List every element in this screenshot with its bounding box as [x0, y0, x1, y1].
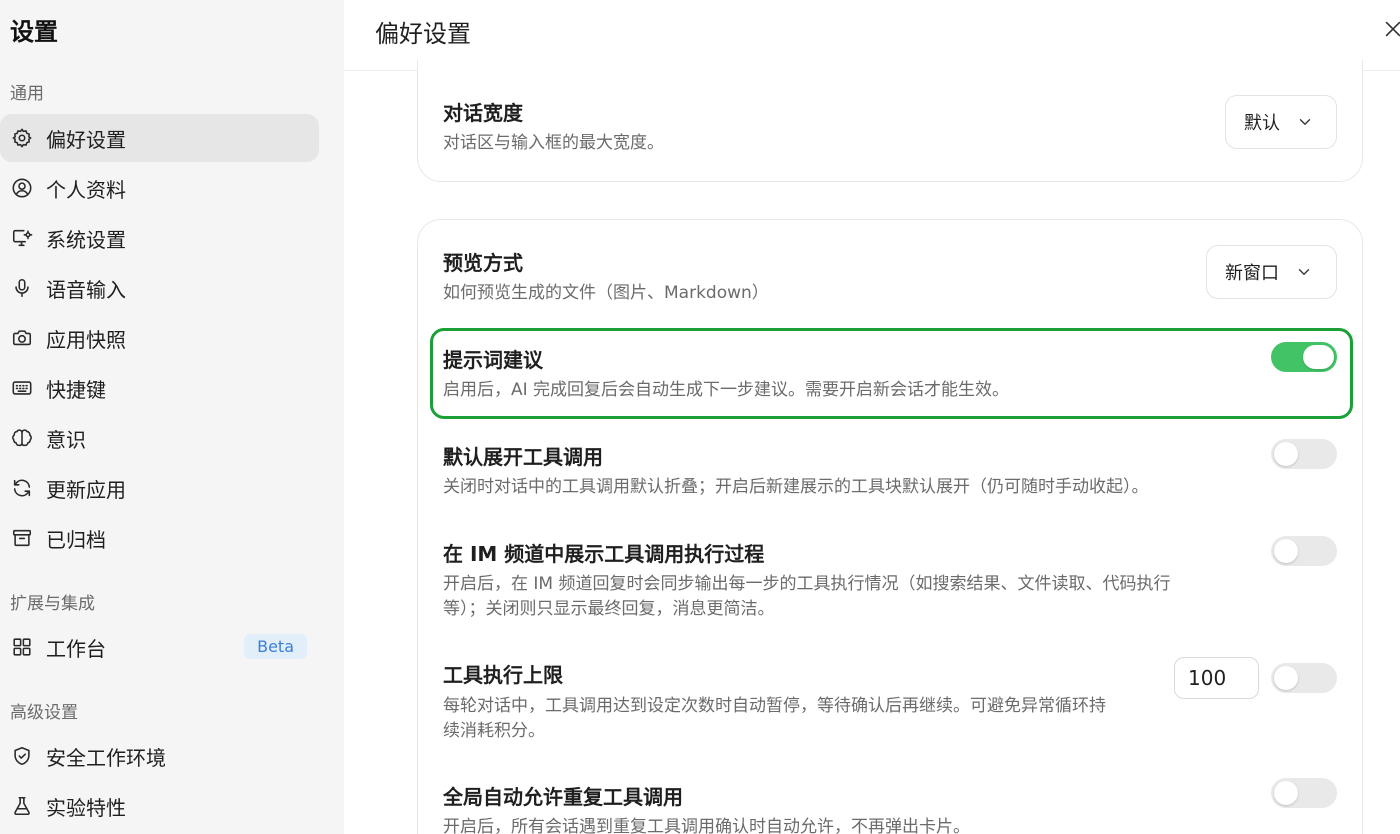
sidebar-item-label: 语音输入 [46, 277, 126, 302]
setting-title: 提示词建议 [443, 348, 543, 372]
section-label-general: 通用 [10, 84, 44, 104]
prompt-suggestions-toggle[interactable] [1271, 342, 1337, 372]
section-label-advanced: 高级设置 [10, 703, 78, 723]
sidebar-item-system[interactable]: 系统设置 [0, 214, 319, 262]
toggle-knob [1274, 781, 1298, 805]
toggle-knob [1303, 345, 1334, 369]
sidebar-item-experimental[interactable]: 实验特性 [0, 782, 319, 830]
sidebar-item-label: 安全工作环境 [46, 745, 166, 770]
page-title: 偏好设置 [375, 20, 471, 48]
sidebar-item-label: 已归档 [46, 527, 106, 552]
sidebar-item-label: 快捷键 [46, 377, 106, 402]
shield-icon [10, 744, 34, 768]
setting-title: 默认展开工具调用 [443, 445, 603, 469]
chevron-down-icon [1295, 263, 1313, 281]
setting-description: 等）；关闭则只显示最终回复，消息更简洁。 [443, 599, 775, 619]
gear-icon [10, 126, 34, 150]
sidebar-item-label: 更新应用 [46, 477, 126, 502]
sidebar-item-label: 实验特性 [46, 795, 126, 820]
tool-limit-toggle[interactable] [1271, 663, 1337, 693]
setting-title: 工具执行上限 [443, 663, 563, 687]
chat-width-select[interactable]: 默认 [1225, 95, 1337, 149]
user-circle-icon [10, 176, 34, 200]
preferences-panel: 偏好设置 对话宽度 对话区与输入框的最大宽度。 默认 预览方式 如何预览生成的文… [344, 0, 1400, 834]
im-tools-toggle[interactable] [1271, 536, 1337, 566]
brain-icon [10, 426, 34, 450]
setting-description: 每轮对话中，工具调用达到设定次数时自动暂停，等待确认后再继续。可避免异常循环持 [443, 696, 1106, 716]
settings-card-behavior: 预览方式 如何预览生成的文件（图片、Markdown） 新窗口 提示词建议 启用… [417, 219, 1363, 834]
sidebar-item-workbench[interactable]: 工作台 Beta [0, 623, 319, 671]
sidebar-item-label: 个人资料 [46, 177, 126, 202]
camera-icon [10, 326, 34, 350]
sidebar-item-preferences[interactable]: 偏好设置 [0, 114, 319, 162]
setting-title: 对话宽度 [443, 101, 523, 125]
setting-description: 开启后，在 IM 频道回复时会同步输出每一步的工具执行情况（如搜索结果、文件读取… [443, 574, 1171, 594]
auto-allow-toggle[interactable] [1271, 778, 1337, 808]
sidebar-item-profile[interactable]: 个人资料 [0, 164, 319, 212]
setting-description: 启用后，AI 完成回复后会自动生成下一步建议。需要开启新会话才能生效。 [443, 380, 1010, 400]
setting-title: 在 IM 频道中展示工具调用执行过程 [443, 542, 765, 566]
setting-description: 开启后，所有会话遇到重复工具调用确认时自动允许，不再弹出卡片。 [443, 817, 970, 834]
sidebar-item-label: 工作台 [46, 636, 106, 661]
setting-title: 全局自动允许重复工具调用 [443, 785, 683, 809]
sidebar-item-shortcuts[interactable]: 快捷键 [0, 364, 319, 412]
keyboard-icon [10, 376, 34, 400]
sidebar-item-secure-env[interactable]: 安全工作环境 [0, 732, 319, 780]
toggle-knob [1274, 442, 1298, 466]
close-icon [1385, 21, 1400, 37]
sidebar-item-archived[interactable]: 已归档 [0, 514, 319, 562]
sidebar-item-label: 偏好设置 [46, 127, 126, 152]
beta-badge: Beta [244, 634, 307, 659]
sidebar-item-label: 意识 [46, 427, 86, 452]
sidebar-item-awareness[interactable]: 意识 [0, 414, 319, 462]
expand-tools-toggle[interactable] [1271, 439, 1337, 469]
sidebar-item-label: 系统设置 [46, 227, 126, 252]
preview-mode-select[interactable]: 新窗口 [1206, 245, 1337, 299]
setting-title: 预览方式 [443, 251, 523, 275]
settings-sidebar: 设置 通用 偏好设置 个人资料 系统设置 语音输入 应用快照 快捷键 意识 更新… [0, 0, 344, 834]
sidebar-item-label: 应用快照 [46, 327, 126, 352]
sidebar-title: 设置 [10, 18, 58, 46]
sidebar-item-voice-input[interactable]: 语音输入 [0, 264, 319, 312]
microphone-icon [10, 276, 34, 300]
toggle-knob [1274, 666, 1298, 690]
chevron-down-icon [1296, 113, 1314, 131]
setting-description: 如何预览生成的文件（图片、Markdown） [443, 283, 769, 303]
setting-description: 对话区与输入框的最大宽度。 [443, 133, 664, 153]
close-button[interactable] [1380, 16, 1400, 42]
settings-card-layout: 对话宽度 对话区与输入框的最大宽度。 默认 [417, 60, 1363, 182]
select-value: 新窗口 [1225, 263, 1279, 284]
sidebar-item-app-snapshot[interactable]: 应用快照 [0, 314, 319, 362]
sidebar-item-update-app[interactable]: 更新应用 [0, 464, 319, 512]
archive-icon [10, 526, 34, 550]
tool-limit-input[interactable] [1174, 657, 1259, 699]
refresh-icon [10, 476, 34, 500]
monitor-gear-icon [10, 226, 34, 250]
setting-description: 续消耗积分。 [443, 721, 545, 741]
flask-icon [10, 794, 34, 818]
toggle-knob [1274, 539, 1298, 563]
grid-icon [10, 635, 34, 659]
setting-description: 关闭时对话中的工具调用默认折叠；开启后新建展示的工具块默认展开（仍可随时手动收起… [443, 477, 1149, 497]
select-value: 默认 [1244, 113, 1280, 134]
section-label-extensions: 扩展与集成 [10, 594, 95, 614]
